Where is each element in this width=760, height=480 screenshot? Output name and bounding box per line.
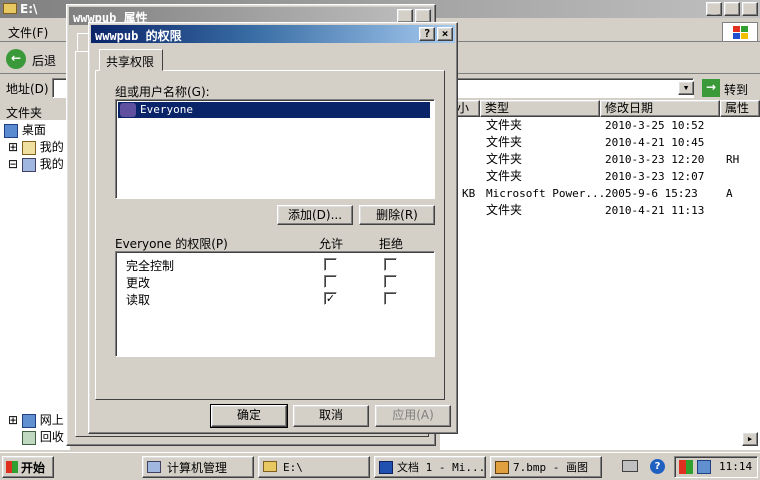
documents-icon — [21, 140, 36, 155]
start-button[interactable]: 开始 — [2, 456, 54, 478]
close-button[interactable]: × — [437, 27, 453, 41]
task-computer-management[interactable]: 计算机管理 — [142, 456, 254, 478]
desktop-icon — [4, 123, 18, 138]
tree-item-my-computer[interactable]: ⊟ 我的 — [8, 156, 64, 173]
paint-icon — [495, 461, 509, 474]
list-item[interactable]: Everyone — [118, 102, 430, 118]
network-icon — [21, 413, 36, 428]
folders-label: 文件夹 — [6, 106, 43, 120]
windows-logo-icon — [722, 22, 758, 42]
minimize-button[interactable]: _ — [706, 2, 722, 16]
file-list: 大小 类型 修改日期 属性 文件夹 2010-3-25 10:52 文件夹 20… — [440, 100, 760, 450]
tree-item-recycle[interactable]: 回收 — [22, 429, 64, 446]
folder-icon — [3, 3, 17, 14]
folder-pane-header: 文件夹 — [0, 102, 70, 120]
permissions-title-bar[interactable]: wwwpub 的权限 ? × — [91, 25, 455, 43]
table-row[interactable]: 文件夹 2010-4-21 11:13 — [440, 202, 760, 219]
task-word-document[interactable]: 文档 1 - Mi... — [374, 456, 486, 478]
collapse-icon[interactable]: ⊟ — [8, 157, 18, 171]
network-status-icon[interactable] — [697, 460, 711, 474]
tree-item-desktop[interactable]: 桌面 — [4, 122, 46, 139]
windows-flag-icon — [6, 461, 18, 473]
col-header-attr[interactable]: 属性 — [720, 100, 760, 117]
allow-read-checkbox[interactable]: ✓ — [324, 292, 337, 305]
clock[interactable]: 11:14 — [719, 460, 752, 473]
permissions-title: wwwpub 的权限 — [95, 29, 182, 43]
close-button[interactable]: × — [742, 2, 758, 16]
deny-read-checkbox[interactable] — [384, 292, 397, 305]
table-row[interactable]: KB Microsoft Power... 2005-9-6 15:23 A — [440, 185, 760, 202]
allow-change-checkbox[interactable] — [324, 275, 337, 288]
permissions-dialog: wwwpub 的权限 ? × 共享权限 组或用户名称(G): Everyone … — [88, 22, 458, 434]
table-row[interactable]: 文件夹 2010-3-23 12:07 — [440, 168, 760, 185]
go-label: 转到 — [724, 83, 749, 97]
close-button[interactable]: × — [415, 9, 431, 23]
permission-row-full-control: 完全控制 — [126, 256, 426, 273]
computer-icon — [21, 157, 36, 172]
help-button[interactable]: ? — [419, 27, 435, 41]
user-list[interactable]: Everyone — [115, 99, 435, 199]
keyboard-icon[interactable] — [622, 460, 638, 472]
table-row[interactable]: 文件夹 2010-4-21 10:45 — [440, 134, 760, 151]
deny-header: 拒绝 — [379, 237, 404, 251]
scroll-right-button[interactable]: ▸ — [742, 432, 758, 446]
computer-management-icon — [147, 461, 161, 473]
address-label: 地址(D) — [6, 82, 49, 96]
back-arrow-icon: ← — [6, 49, 26, 69]
folder-icon — [263, 461, 277, 472]
folder-tree: 桌面 ⊞ 我的 ⊟ 我的 ⊞ 网上 回收 — [0, 120, 70, 450]
address-dropdown-button[interactable]: ▾ — [678, 81, 694, 95]
tree-item-network[interactable]: ⊞ 网上 — [8, 412, 64, 429]
remove-button[interactable]: 删除(R) — [359, 205, 435, 225]
maximize-button[interactable]: ❐ — [724, 2, 740, 16]
permissions-list: 完全控制 更改 读取 ✓ — [115, 251, 435, 357]
word-icon — [379, 461, 393, 474]
help-icon[interactable]: ? — [650, 459, 665, 474]
task-paint[interactable]: 7.bmp - 画图 — [490, 456, 602, 478]
deny-full-control-checkbox[interactable] — [384, 258, 397, 271]
apply-button[interactable]: 应用(A) — [375, 405, 451, 427]
explorer-title: E:\ — [20, 2, 38, 16]
group-label: 组或用户名称(G): — [115, 85, 210, 99]
tab-share-permissions[interactable]: 共享权限 — [99, 49, 163, 71]
cancel-button[interactable]: 取消 — [293, 405, 369, 427]
back-label: 后退 — [32, 54, 57, 68]
deny-change-checkbox[interactable] — [384, 275, 397, 288]
ok-button[interactable]: 确定 — [210, 404, 288, 428]
col-header-type[interactable]: 类型 — [480, 100, 600, 117]
go-arrow-icon: → — [702, 79, 720, 97]
expand-icon[interactable]: ⊞ — [8, 413, 18, 427]
go-button[interactable]: → 转到 — [702, 78, 758, 98]
task-explorer[interactable]: E:\ — [258, 456, 370, 478]
tree-item-my-documents[interactable]: ⊞ 我的 — [8, 139, 64, 156]
col-header-date[interactable]: 修改日期 — [600, 100, 720, 117]
allow-header: 允许 — [319, 237, 344, 251]
permission-row-read: 读取 ✓ — [126, 290, 426, 307]
allow-full-control-checkbox[interactable] — [324, 258, 337, 271]
recycle-bin-icon — [22, 430, 36, 445]
language-icon[interactable] — [679, 460, 693, 474]
table-row[interactable]: 文件夹 2010-3-23 12:20 RH — [440, 151, 760, 168]
expand-icon[interactable]: ⊞ — [8, 140, 18, 154]
taskbar: 开始 计算机管理 E:\ 文档 1 - Mi... 7.bmp - 画图 ? 1… — [0, 452, 760, 480]
help-button[interactable]: ? — [397, 9, 413, 23]
menu-file[interactable]: 文件(F) — [8, 24, 48, 41]
table-row[interactable]: 文件夹 2010-3-25 10:52 — [440, 117, 760, 134]
permission-row-change: 更改 — [126, 273, 426, 290]
add-button[interactable]: 添加(D)... — [277, 205, 353, 225]
back-button[interactable]: ← 后退 — [4, 48, 64, 70]
system-tray: 11:14 — [674, 456, 758, 478]
permissions-header: Everyone 的权限(P) — [115, 237, 228, 251]
users-group-icon — [120, 103, 136, 117]
